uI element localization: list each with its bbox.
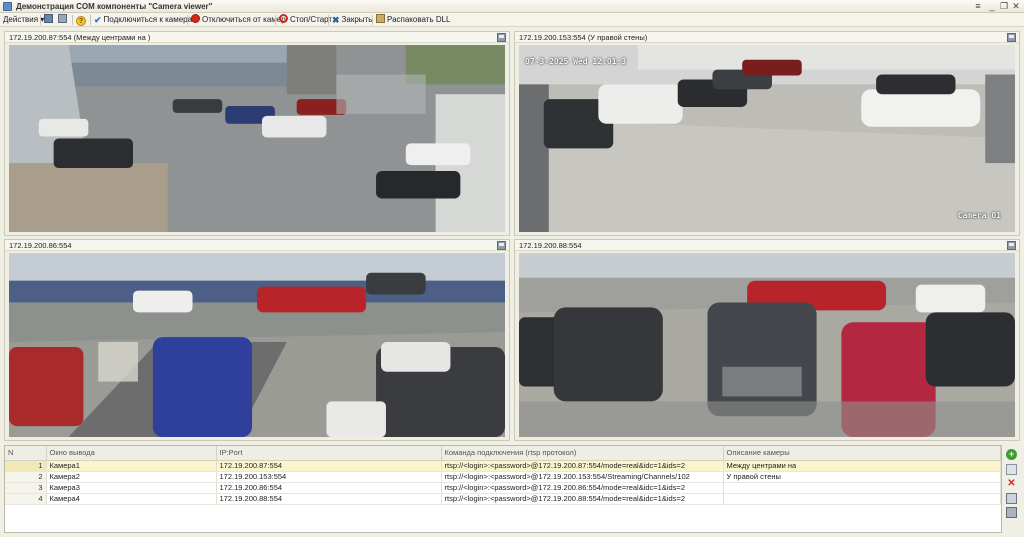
- camera-panel-2: 172.19.200.153:554 (У правой стены) 07-3…: [514, 31, 1020, 236]
- camera-video-2[interactable]: 07-3-2025 Wed 12:01:3 Camera 01: [519, 45, 1015, 232]
- camera-panel-3: 172.19.200.86:554: [4, 239, 510, 441]
- table-row[interactable]: 3 Камера3 172.19.200.86:554 rtsp://<logi…: [5, 482, 1001, 494]
- cell-ip: 172.19.200.153:554: [216, 471, 442, 483]
- actions-menu[interactable]: Действия ▾: [3, 14, 44, 26]
- toolbar: Действия ▾ ? ✔ Подключиться к камерам Отк…: [0, 13, 1024, 27]
- panel-header: 172.19.200.88:554: [515, 240, 1019, 251]
- toolbar-separator: [90, 15, 91, 25]
- power-icon: [279, 14, 288, 23]
- table-row[interactable]: 1 Камера1 172.19.200.87:554 rtsp://<logi…: [5, 460, 1001, 472]
- video-timestamp-overlay: 07-3-2025 Wed 12:01:3: [525, 57, 627, 66]
- cell-description: У правой стены: [723, 471, 1001, 483]
- export-icon[interactable]: [58, 14, 69, 26]
- col-header-window[interactable]: Окно вывода: [46, 446, 217, 461]
- table-row[interactable]: 2 Камера2 172.19.200.153:554 rtsp://<log…: [5, 471, 1001, 483]
- help-icon[interactable]: ?: [76, 14, 88, 26]
- close-button[interactable]: ✖ Закрыть: [332, 14, 372, 26]
- cell-command: rtsp://<login>:<password>@172.19.200.87:…: [441, 460, 724, 472]
- disconnect-button[interactable]: Отключиться от камер: [191, 14, 286, 26]
- check-icon: ✔: [94, 15, 102, 25]
- cell-n: 4: [5, 493, 47, 505]
- save-snapshot-icon[interactable]: [497, 241, 506, 250]
- cell-n: 2: [5, 471, 47, 483]
- save-snapshot-icon[interactable]: [1007, 33, 1016, 42]
- save-snapshot-icon[interactable]: [497, 33, 506, 42]
- camera-panel-4: 172.19.200.88:554: [514, 239, 1020, 441]
- camera-table: N Окно вывода IP:Port Команда подключени…: [4, 445, 1002, 533]
- app-icon: [3, 2, 12, 11]
- cell-command: rtsp://<login>:<password>@172.19.200.88:…: [441, 493, 724, 505]
- cell-ip: 172.19.200.88:554: [216, 493, 442, 505]
- col-header-n[interactable]: N: [5, 446, 47, 461]
- panel-header: 172.19.200.87:554 (Между центрами на ): [5, 32, 509, 43]
- toolbar-separator: [275, 15, 276, 25]
- table-row[interactable]: 4 Камера4 172.19.200.88:554 rtsp://<logi…: [5, 493, 1001, 505]
- copy-icon[interactable]: [1006, 464, 1017, 475]
- title-bar: Демонстрация COM компоненты "Camera view…: [0, 0, 1024, 13]
- cell-description: Между центрами на: [723, 460, 1001, 472]
- panel-caption: 172.19.200.88:554: [519, 241, 582, 250]
- minimize-button[interactable]: _: [986, 1, 998, 12]
- camera-video-1[interactable]: [9, 45, 505, 232]
- copy-icon[interactable]: [44, 14, 55, 26]
- panel-header: 172.19.200.153:554 (У правой стены): [515, 32, 1019, 43]
- cell-description: [723, 493, 1001, 505]
- plus-circle-icon[interactable]: +: [1006, 449, 1017, 460]
- toolbar-separator: [40, 15, 41, 25]
- col-header-ip[interactable]: IP:Port: [216, 446, 442, 461]
- cell-ip: 172.19.200.86:554: [216, 482, 442, 494]
- cell-command: rtsp://<login>:<password>@172.19.200.153…: [441, 471, 724, 483]
- close-window-button[interactable]: ✕: [1010, 1, 1022, 12]
- camera-panel-1: 172.19.200.87:554 (Между центрами на ): [4, 31, 510, 236]
- col-header-description[interactable]: Описание камеры: [723, 446, 1001, 461]
- col-header-command[interactable]: Команда подключения (rtsp протокол): [441, 446, 724, 461]
- maximize-button[interactable]: ❐: [998, 1, 1010, 12]
- camera-video-4[interactable]: [519, 253, 1015, 437]
- panel-header: 172.19.200.86:554: [5, 240, 509, 251]
- camera-video-3[interactable]: [9, 253, 505, 437]
- table-side-toolbar: + ✕: [1004, 447, 1020, 533]
- panel-caption: 172.19.200.153:554 (У правой стены): [519, 33, 648, 42]
- cell-window: Камера2: [46, 471, 217, 483]
- floppy-icon[interactable]: [1006, 507, 1017, 518]
- edit-icon[interactable]: [1006, 493, 1017, 504]
- red-x-icon[interactable]: ✕: [1006, 478, 1017, 489]
- close-x-icon: ✖: [332, 15, 340, 25]
- menu-icon[interactable]: ≡: [972, 1, 984, 12]
- save-snapshot-icon[interactable]: [1007, 241, 1016, 250]
- unpack-dll-button[interactable]: Распаковать DLL: [376, 14, 451, 26]
- toolbar-separator: [187, 15, 188, 25]
- window-title: Демонстрация COM компоненты "Camera view…: [16, 2, 213, 11]
- connect-button[interactable]: ✔ Подключиться к камерам: [94, 14, 198, 26]
- cell-window: Камера1: [46, 460, 217, 472]
- toolbar-separator: [372, 15, 373, 25]
- package-icon: [376, 14, 385, 23]
- cell-n: 3: [5, 482, 47, 494]
- cell-n: 1: [5, 460, 47, 472]
- panel-caption: 172.19.200.86:554: [9, 241, 72, 250]
- cell-command: rtsp://<login>:<password>@172.19.200.86:…: [441, 482, 724, 494]
- cell-description: [723, 482, 1001, 494]
- cell-window: Камера4: [46, 493, 217, 505]
- stop-start-button[interactable]: Стоп/Старт: [279, 14, 332, 26]
- toolbar-separator: [328, 15, 329, 25]
- panel-caption: 172.19.200.87:554 (Между центрами на ): [9, 33, 151, 42]
- stop-circle-icon: [191, 14, 200, 23]
- cell-window: Камера3: [46, 482, 217, 494]
- video-camera-overlay: Camera 01: [957, 211, 1001, 220]
- table-header-row: N Окно вывода IP:Port Команда подключени…: [5, 446, 1001, 461]
- toolbar-separator: [72, 15, 73, 25]
- cell-ip: 172.19.200.87:554: [216, 460, 442, 472]
